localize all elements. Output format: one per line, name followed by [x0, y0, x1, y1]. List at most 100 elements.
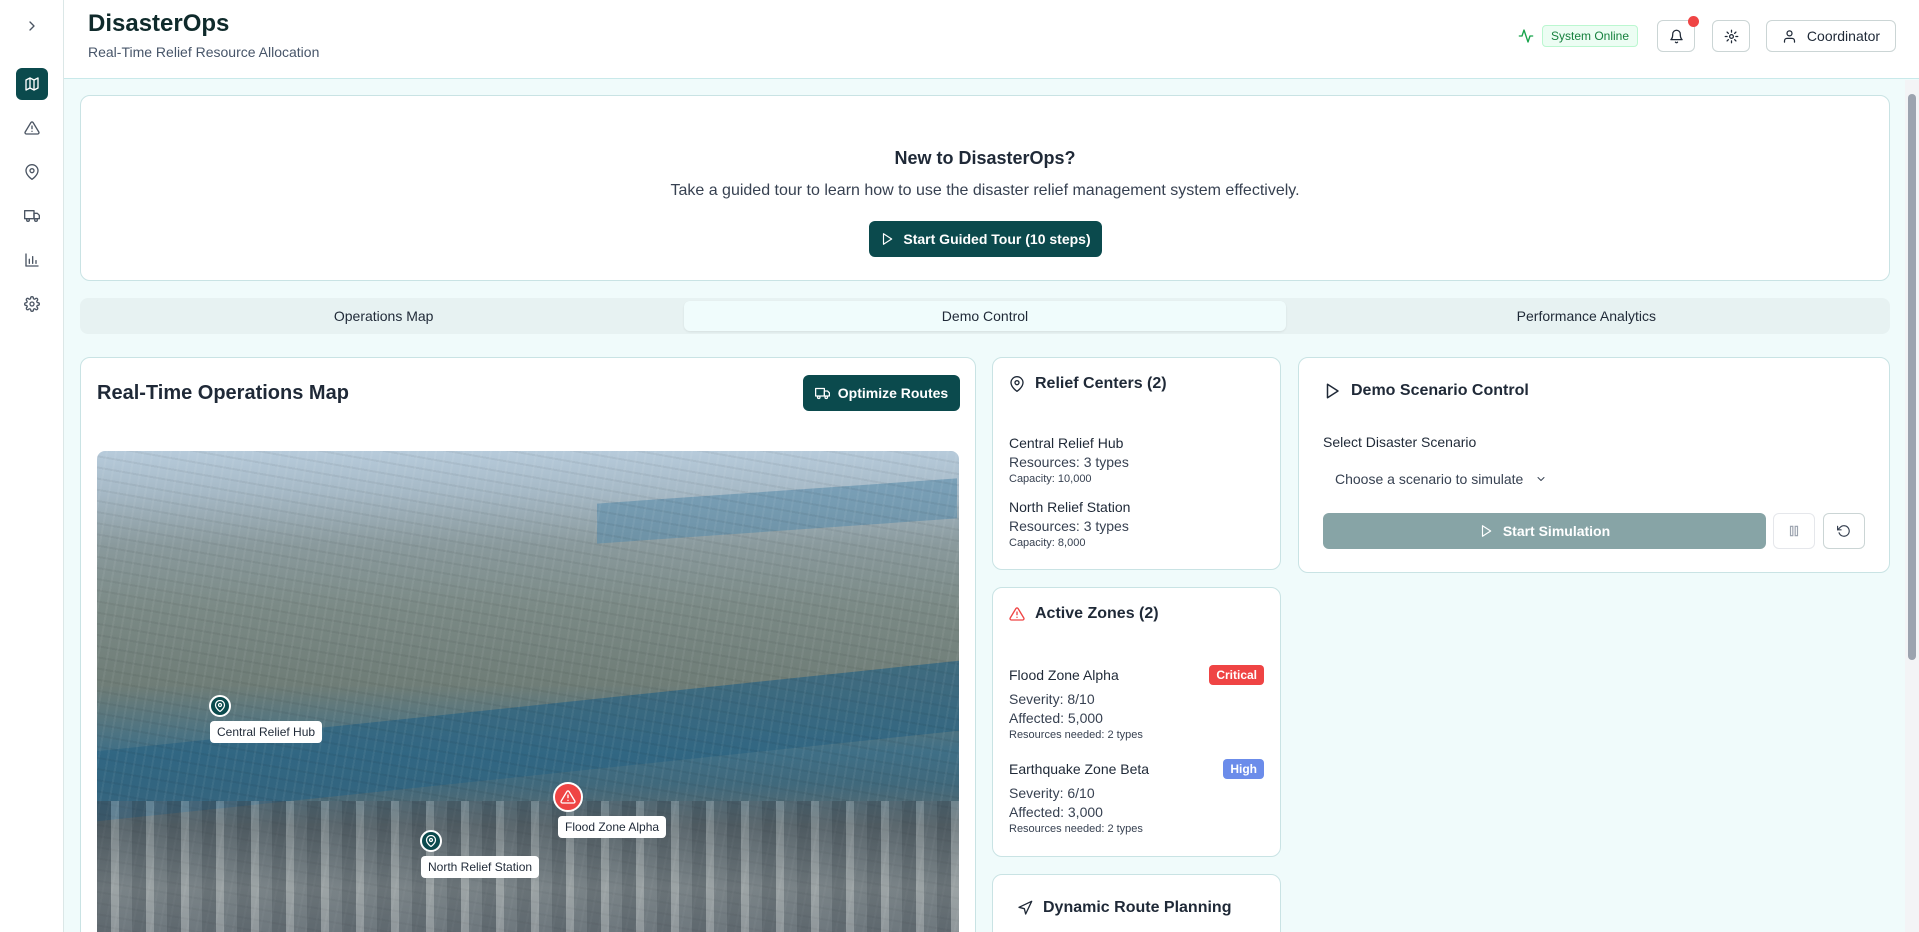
sidebar-item-locations[interactable]	[16, 156, 48, 188]
relief-center-capacity: Capacity: 8,000	[1009, 537, 1086, 549]
guided-tour-card: New to DisasterOps? Take a guided tour t…	[80, 95, 1890, 281]
relief-center-name: Central Relief Hub	[1009, 435, 1124, 451]
truck-icon	[814, 387, 830, 399]
page-scrollbar[interactable]	[1905, 80, 1919, 932]
map-pin-icon	[25, 164, 39, 180]
notification-dot	[1688, 16, 1699, 27]
reset-simulation-button[interactable]	[1823, 513, 1865, 549]
disaster-zone-marker[interactable]	[553, 782, 583, 812]
map-icon	[25, 77, 39, 91]
expand-sidebar-button[interactable]	[16, 10, 48, 42]
sidebar-item-settings[interactable]	[16, 288, 48, 320]
map-pin-icon	[214, 700, 226, 712]
zone-affected: Affected: 3,000	[1009, 804, 1103, 820]
operations-map-card: Real-Time Operations Map Optimize Routes…	[80, 357, 976, 932]
relief-center-item[interactable]: Central Relief Hub Resources: 3 types Ca…	[1009, 435, 1129, 485]
active-zones-title: Active Zones (2)	[1035, 605, 1159, 622]
app-title: DisasterOps	[88, 10, 230, 37]
zone-name: Flood Zone Alpha	[1009, 667, 1119, 683]
relief-center-resources: Resources: 3 types	[1009, 518, 1129, 534]
play-icon	[1481, 525, 1492, 537]
map-marker-label: Central Relief Hub	[210, 721, 323, 743]
relief-center-marker[interactable]	[209, 695, 231, 717]
start-guided-tour-label: Start Guided Tour (10 steps)	[903, 231, 1091, 247]
user-name: Coordinator	[1806, 28, 1881, 44]
tour-description: Take a guided tour to learn how to use t…	[670, 182, 1300, 199]
pause-icon	[1789, 525, 1799, 537]
relief-centers-card: Relief Centers (2) Central Relief Hub Re…	[992, 357, 1281, 570]
scrollbar-thumb[interactable]	[1908, 94, 1916, 660]
scenario-select-placeholder: Choose a scenario to simulate	[1335, 470, 1524, 487]
system-status: System Online	[1518, 25, 1639, 47]
sidebar-item-map[interactable]	[16, 68, 48, 100]
tab-operations-map[interactable]: Operations Map	[83, 301, 684, 331]
chevron-down-icon	[1537, 476, 1545, 481]
map-pin-icon	[425, 835, 437, 847]
sidebar-item-analytics[interactable]	[16, 244, 48, 276]
zone-affected: Affected: 5,000	[1009, 710, 1103, 726]
user-icon	[1783, 29, 1796, 43]
relief-center-marker[interactable]	[420, 830, 442, 852]
scenario-select[interactable]: Choose a scenario to simulate	[1323, 462, 1567, 495]
route-planning-header: Dynamic Route Planning	[1017, 899, 1231, 917]
relief-centers-header: Relief Centers (2)	[1009, 375, 1167, 393]
sidebar-item-logistics[interactable]	[16, 200, 48, 232]
map-view[interactable]: Central Relief Hub Flood Zone Alpha Nort…	[97, 451, 959, 932]
map-marker-label: North Relief Station	[421, 856, 540, 878]
navigation-icon	[1018, 900, 1033, 915]
route-planning-title: Dynamic Route Planning	[1043, 899, 1232, 916]
alert-triangle-icon	[1009, 607, 1025, 621]
truck-icon	[24, 210, 40, 222]
severity-badge: Critical	[1209, 665, 1264, 685]
route-planning-card: Dynamic Route Planning	[992, 874, 1281, 932]
tab-demo-control[interactable]: Demo Control	[684, 301, 1286, 331]
active-zones-card: Active Zones (2) Critical Flood Zone Alp…	[992, 587, 1281, 857]
start-guided-tour-button[interactable]: Start Guided Tour (10 steps)	[869, 221, 1102, 257]
main-tabs: Operations Map Demo Control Performance …	[80, 298, 1890, 334]
status-badge: System Online	[1542, 25, 1639, 47]
tab-performance-analytics[interactable]: Performance Analytics	[1286, 301, 1887, 331]
relief-centers-title: Relief Centers (2)	[1035, 375, 1167, 392]
zone-item[interactable]: Flood Zone Alpha Severity: 8/10 Affected…	[1009, 667, 1143, 741]
scenario-select-label: Select Disaster Scenario	[1323, 434, 1477, 450]
relief-center-name: North Relief Station	[1009, 499, 1131, 515]
optimize-routes-button[interactable]: Optimize Routes	[803, 375, 960, 411]
zone-resources-needed: Resources needed: 2 types	[1009, 729, 1143, 741]
app-subtitle: Real-Time Relief Resource Allocation	[88, 44, 320, 60]
map-pin-icon	[1010, 376, 1024, 392]
alert-triangle-icon	[24, 121, 40, 135]
start-simulation-label: Start Simulation	[1502, 523, 1611, 539]
sidebar-item-alerts[interactable]	[16, 112, 48, 144]
sidebar	[0, 0, 64, 932]
bell-icon	[1669, 29, 1683, 43]
relief-center-capacity: Capacity: 10,000	[1009, 473, 1092, 485]
map-marker-label: Flood Zone Alpha	[558, 816, 667, 838]
active-zones-header: Active Zones (2)	[1009, 605, 1159, 623]
demo-scenario-title: Demo Scenario Control	[1351, 382, 1529, 399]
zone-name: Earthquake Zone Beta	[1009, 761, 1150, 777]
start-simulation-button[interactable]: Start Simulation	[1323, 513, 1766, 549]
zone-item[interactable]: Earthquake Zone Beta Severity: 6/10 Affe…	[1009, 761, 1149, 835]
gear-icon	[24, 296, 40, 312]
chevron-right-icon	[29, 21, 35, 31]
zone-severity: Severity: 8/10	[1009, 691, 1095, 707]
gear-icon	[1724, 29, 1738, 43]
settings-button[interactable]	[1712, 20, 1750, 52]
demo-scenario-header: Demo Scenario Control	[1323, 382, 1529, 400]
relief-center-resources: Resources: 3 types	[1009, 454, 1129, 470]
play-icon	[883, 233, 893, 245]
zone-severity: Severity: 6/10	[1009, 785, 1095, 801]
rotate-ccw-icon	[1837, 525, 1850, 537]
bar-chart-icon	[25, 253, 39, 267]
notifications-button[interactable]	[1657, 16, 1699, 52]
play-icon	[1326, 383, 1339, 399]
zone-resources-needed: Resources needed: 2 types	[1009, 823, 1143, 835]
user-menu-button[interactable]: Coordinator	[1766, 20, 1896, 52]
activity-icon	[1518, 29, 1534, 43]
relief-center-item[interactable]: North Relief Station Resources: 3 types …	[1009, 499, 1130, 549]
pause-simulation-button[interactable]	[1773, 513, 1815, 549]
alert-triangle-icon	[560, 790, 576, 804]
map-title: Real-Time Operations Map	[97, 382, 349, 404]
tour-title: New to DisasterOps?	[894, 148, 1076, 168]
optimize-routes-label: Optimize Routes	[837, 385, 949, 401]
